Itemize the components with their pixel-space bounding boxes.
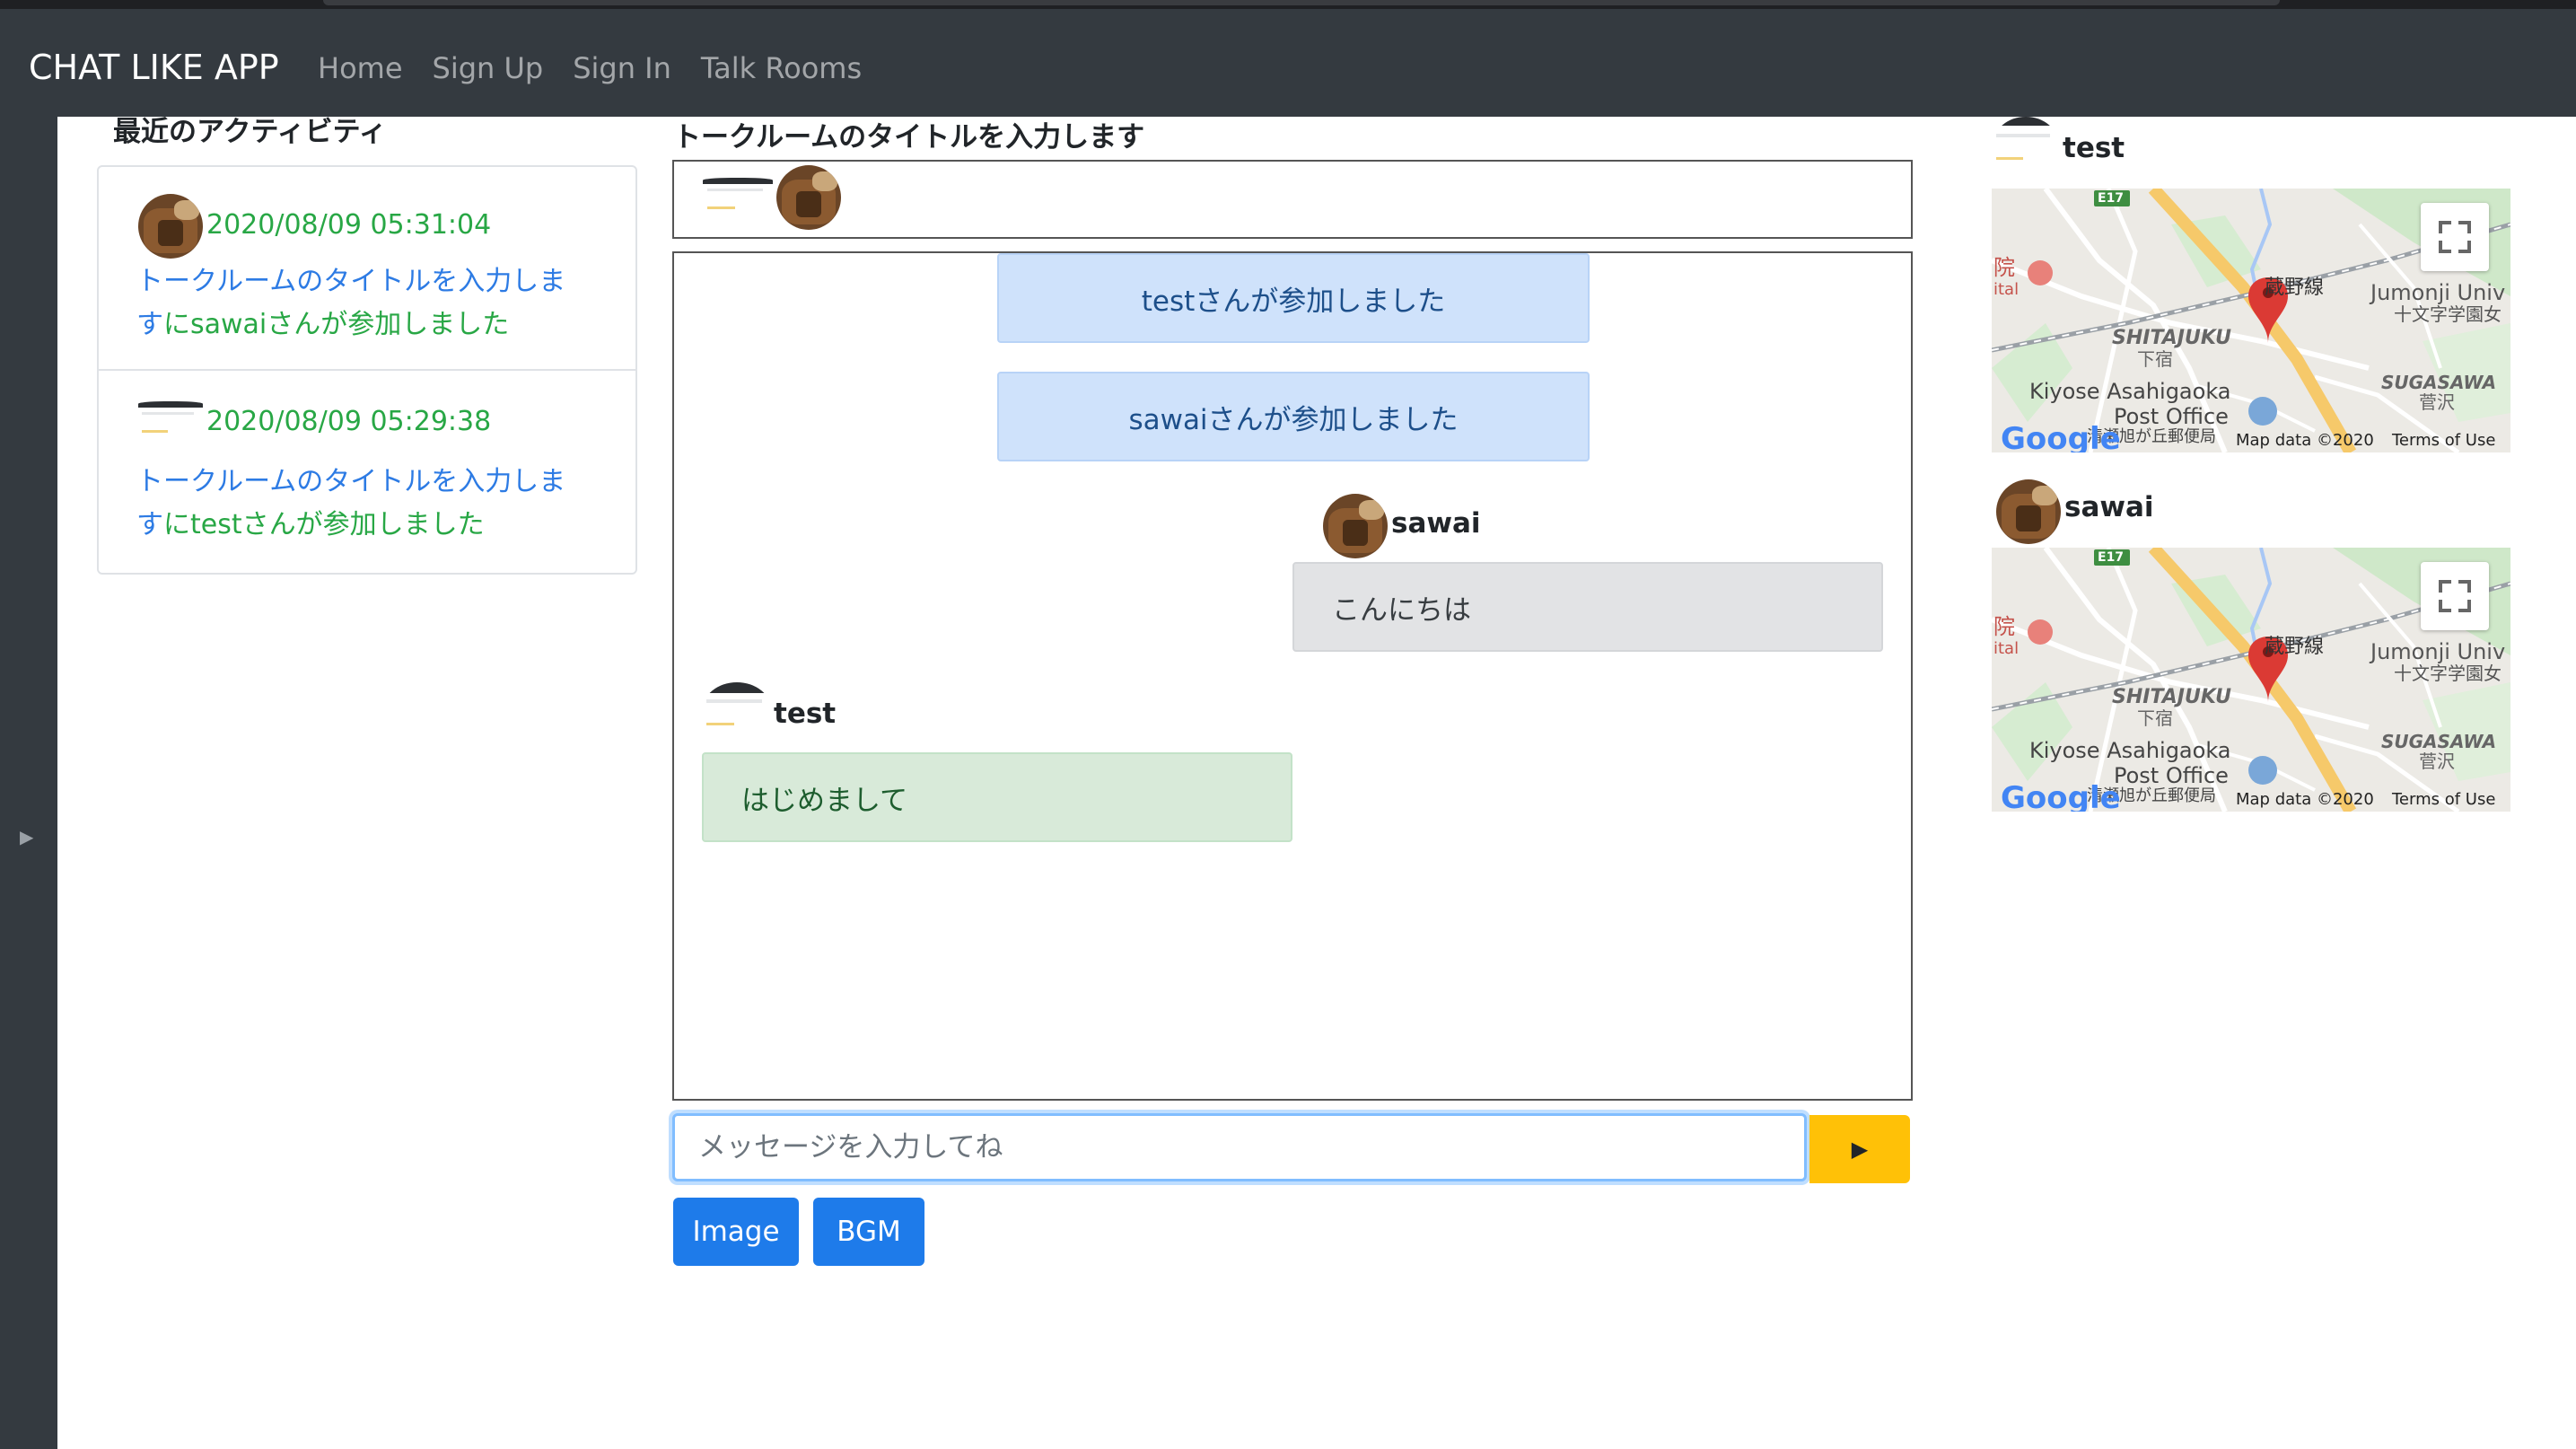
google-logo: Google [2001,421,2121,452]
message-username: sawai [1391,507,1481,540]
brand-link[interactable]: CHAT LIKE APP [29,50,279,84]
map-label: Post Office [2114,763,2229,788]
nav-talk-rooms[interactable]: Talk Rooms [701,54,862,83]
map-user-avatar-test [1993,117,2059,174]
map-label: Post Office [2114,404,2229,429]
send-button[interactable]: ▶ [1809,1115,1910,1183]
activity-timestamp: 2020/08/09 05:29:38 [206,406,492,437]
map-label: SUGASAWA [2381,731,2497,752]
nav-sign-in[interactable]: Sign In [573,54,671,83]
system-message: testさんが参加しました [997,253,1590,343]
map-label: SHITAJUKU [2112,686,2231,708]
sidebar-toggle-icon[interactable]: ▶ [20,826,33,847]
map-username: test [2063,132,2125,164]
map-label: 蔵野線 [2265,636,2325,658]
map-label: 下宿 [2137,348,2173,370]
nav-sign-up[interactable]: Sign Up [433,54,544,83]
activity-text: トークルームのタイトルを入力しま すにsawaiさんが参加しました [136,260,612,347]
message-input[interactable] [672,1113,1807,1181]
message-avatar-test [702,682,772,740]
fullscreen-button[interactable] [2421,203,2489,271]
browser-top-strip [0,0,2576,9]
member-avatar-sawai [776,165,841,230]
bag-avatar [138,194,203,259]
nav-home[interactable]: Home [318,54,403,83]
map-label: 院 [1993,614,2015,639]
message-bubble: こんにちは [1292,562,1883,652]
map-label: 菅沢 [2419,391,2455,413]
activity-heading: 最近のアクティビティ [113,116,387,148]
message-username: test [774,698,837,730]
map-label: ital [1993,639,2020,658]
road-sign: E17 [2098,191,2125,206]
activity-list: 2020/08/09 05:31:04 トークルームのタイトルを入力しま すにsa… [97,165,637,575]
image-button[interactable]: Image [673,1198,799,1266]
activity-item: 2020/08/09 05:29:38 トークルームのタイトルを入力しま すにte… [99,371,635,573]
road-sign: E17 [2098,550,2125,565]
room-link-tail[interactable]: す [136,509,163,540]
room-link[interactable]: トークルームのタイトルを入力しま [136,266,565,297]
map-label: Jumonji Univ [2370,639,2506,664]
message-avatar-sawai [1323,494,1388,558]
activity-timestamp: 2020/08/09 05:31:04 [206,209,492,241]
map-label: 菅沢 [2419,751,2455,772]
map-credit: Map data ©2020 [2236,790,2374,809]
fullscreen-icon [2439,221,2471,253]
nav-links: Home Sign Up Sign In Talk Rooms [318,54,862,83]
map-user-avatar-sawai [1996,479,2061,544]
map-label: 下宿 [2137,707,2173,729]
fullscreen-icon [2439,580,2471,612]
map-label: Kiyose Asahigaoka [2029,738,2231,763]
navbar: CHAT LIKE APP Home Sign Up Sign In Talk … [0,9,2576,117]
activity-item: 2020/08/09 05:31:04 トークルームのタイトルを入力しま すにsa… [99,167,635,369]
system-message: sawaiさんが参加しました [997,372,1590,461]
location-map[interactable]: E17 院 ital 蔵野線 Jumonji Univ 十文字学園女 SHITA… [1992,548,2510,812]
map-label: 蔵野線 [2265,277,2325,299]
map-label: 院 [1993,255,2015,280]
member-avatar-test [703,174,773,221]
bgm-button[interactable]: BGM [813,1198,924,1266]
map-label: SUGASAWA [2381,372,2497,393]
map-label: SHITAJUKU [2112,327,2231,349]
map-label: Kiyose Asahigaoka [2029,379,2231,404]
map-terms-link[interactable]: Terms of Use [2392,433,2495,449]
fullscreen-button[interactable] [2421,562,2489,630]
google-logo: Google [2001,780,2121,812]
address-bar [323,0,2280,5]
activity-description: にtestさんが参加しました [163,509,485,540]
screenshot-avatar [138,398,203,444]
map-label: 十文字学園女 [2394,663,2502,684]
location-map[interactable]: E17 院 ital 蔵野線 Jumonji Univ 十文字学園女 SHITA… [1992,189,2510,452]
room-title: トークルームのタイトルを入力します [673,121,1145,154]
sidebar-collapsed: ▶ [0,117,57,1449]
map-label: ital [1993,280,2020,299]
room-link[interactable]: トークルームのタイトルを入力しま [136,466,565,497]
room-members-bar [672,160,1913,239]
room-link-tail[interactable]: す [136,309,163,340]
map-label: 十文字学園女 [2394,303,2502,325]
map-label: Jumonji Univ [2370,280,2506,305]
activity-description: にsawaiさんが参加しました [163,309,510,340]
message-bubble: はじめまして [702,752,1292,842]
activity-text: トークルームのタイトルを入力しま すにtestさんが参加しました [136,461,612,547]
map-credit: Map data ©2020 [2236,431,2374,450]
map-terms-link[interactable]: Terms of Use [2392,792,2495,808]
map-username: sawai [2064,491,2154,523]
